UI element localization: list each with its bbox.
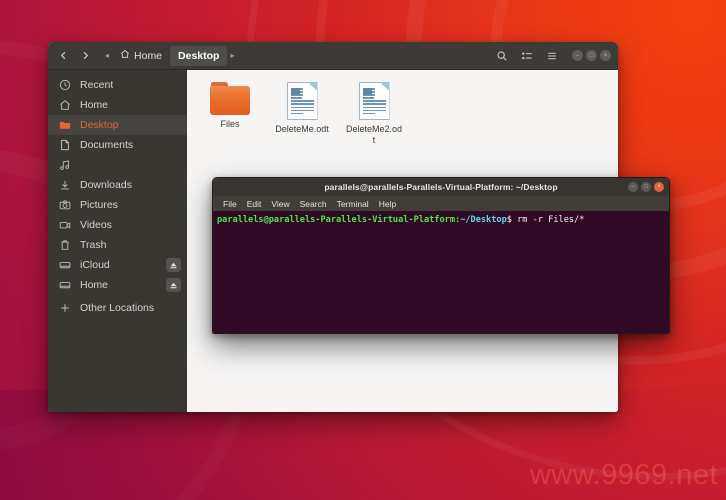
sidebar-item-home[interactable]: Home <box>48 95 187 115</box>
trash-icon <box>58 239 71 252</box>
sidebar-label: Trash <box>80 239 106 251</box>
sidebar-item-pictures[interactable]: Pictures <box>48 195 187 215</box>
document-icon <box>58 139 71 152</box>
terminal-prompt-line: parallels@parallels-Parallels-Virtual-Pl… <box>215 215 669 227</box>
breadcrumb-item-desktop[interactable]: Desktop <box>170 46 227 66</box>
breadcrumb-item-home[interactable]: Home <box>112 46 170 66</box>
eject-button-home[interactable] <box>166 278 181 292</box>
view-list-icon[interactable] <box>515 46 539 66</box>
breadcrumb-next-arrow[interactable]: ▸ <box>227 46 237 66</box>
video-icon <box>58 219 71 232</box>
file-label: DeleteMe.odt <box>275 124 329 135</box>
terminal-menubar: File Edit View Search Terminal Help <box>213 196 669 211</box>
document-icon <box>287 82 318 120</box>
sidebar-item-home-drive[interactable]: Home <box>48 275 187 295</box>
file-item-deleteme2[interactable]: DeleteMe2.odt <box>345 82 403 146</box>
menu-item-file[interactable]: File <box>223 199 237 209</box>
file-label: Files <box>220 119 239 130</box>
plus-icon <box>58 302 71 315</box>
home-icon <box>58 99 71 112</box>
terminal-window-controls: – □ × <box>628 182 664 192</box>
sidebar-label: Home <box>80 279 108 291</box>
menu-item-terminal[interactable]: Terminal <box>337 199 369 209</box>
sidebar-item-downloads[interactable]: Downloads <box>48 175 187 195</box>
terminal-minimize-button[interactable]: – <box>628 182 638 192</box>
icon-grid: Files D <box>201 82 618 146</box>
sidebar-item-recent[interactable]: Recent <box>48 75 187 95</box>
terminal-close-button[interactable]: × <box>654 182 664 192</box>
window-controls: – □ × <box>572 50 611 61</box>
menu-item-view[interactable]: View <box>271 199 289 209</box>
drive-icon <box>58 259 71 272</box>
sidebar-label: Other Locations <box>80 302 154 314</box>
sidebar: Recent Home Desktop Documents <box>48 70 187 412</box>
maximize-button[interactable]: □ <box>586 50 597 61</box>
drive-icon <box>58 279 71 292</box>
forward-button[interactable] <box>74 46 96 66</box>
terminal-prompt-user: parallels@parallels-Parallels-Virtual-Pl… <box>217 215 455 225</box>
terminal-maximize-button[interactable]: □ <box>641 182 651 192</box>
hamburger-menu-icon[interactable] <box>540 46 564 66</box>
sidebar-item-icloud[interactable]: iCloud <box>48 255 187 275</box>
file-item-files[interactable]: Files <box>201 82 259 146</box>
sidebar-label: Documents <box>80 139 133 151</box>
terminal-prompt-path: ~/Desktop <box>460 215 507 225</box>
eject-button-icloud[interactable] <box>166 258 181 272</box>
sidebar-item-videos[interactable]: Videos <box>48 215 187 235</box>
sidebar-label: Pictures <box>80 199 118 211</box>
menu-item-edit[interactable]: Edit <box>247 199 262 209</box>
folder-icon <box>210 82 250 115</box>
terminal-titlebar[interactable]: parallels@parallels-Parallels-Virtual-Pl… <box>213 178 669 196</box>
menu-item-search[interactable]: Search <box>300 199 327 209</box>
file-label: DeleteMe2.odt <box>345 124 403 146</box>
breadcrumb-label: Home <box>134 50 162 62</box>
terminal-window: parallels@parallels-Parallels-Virtual-Pl… <box>212 177 670 334</box>
file-manager-headerbar: ◂ Home Desktop ▸ <box>48 42 618 70</box>
sidebar-item-desktop[interactable]: Desktop <box>48 115 187 135</box>
terminal-title: parallels@parallels-Parallels-Virtual-Pl… <box>324 182 557 192</box>
sidebar-label: Videos <box>80 219 112 231</box>
menu-item-help[interactable]: Help <box>379 199 396 209</box>
terminal-command: rm -r Files/* <box>512 215 584 225</box>
sidebar-label: Desktop <box>80 119 119 131</box>
music-icon <box>58 159 71 172</box>
terminal-screen[interactable]: parallels@parallels-Parallels-Virtual-Pl… <box>213 211 669 333</box>
close-button[interactable]: × <box>600 50 611 61</box>
sidebar-label: Home <box>80 99 108 111</box>
back-button[interactable] <box>52 46 74 66</box>
breadcrumb: ◂ Home Desktop ▸ <box>102 46 237 66</box>
file-item-deleteme[interactable]: DeleteMe.odt <box>273 82 331 146</box>
sidebar-item-other-locations[interactable]: Other Locations <box>48 298 187 318</box>
clock-icon <box>58 79 71 92</box>
watermark: www.9969.net <box>530 459 718 492</box>
breadcrumb-prev-arrow[interactable]: ◂ <box>102 46 112 66</box>
download-icon <box>58 179 71 192</box>
search-icon[interactable] <box>490 46 514 66</box>
minimize-button[interactable]: – <box>572 50 583 61</box>
folder-icon <box>58 119 71 132</box>
sidebar-item-music[interactable] <box>48 155 187 175</box>
sidebar-label: Recent <box>80 79 113 91</box>
sidebar-item-trash[interactable]: Trash <box>48 235 187 255</box>
sidebar-label: iCloud <box>80 259 110 271</box>
home-icon <box>120 49 130 62</box>
breadcrumb-label: Desktop <box>178 50 219 62</box>
sidebar-item-documents[interactable]: Documents <box>48 135 187 155</box>
sidebar-label: Downloads <box>80 179 132 191</box>
document-icon <box>359 82 390 120</box>
camera-icon <box>58 199 71 212</box>
